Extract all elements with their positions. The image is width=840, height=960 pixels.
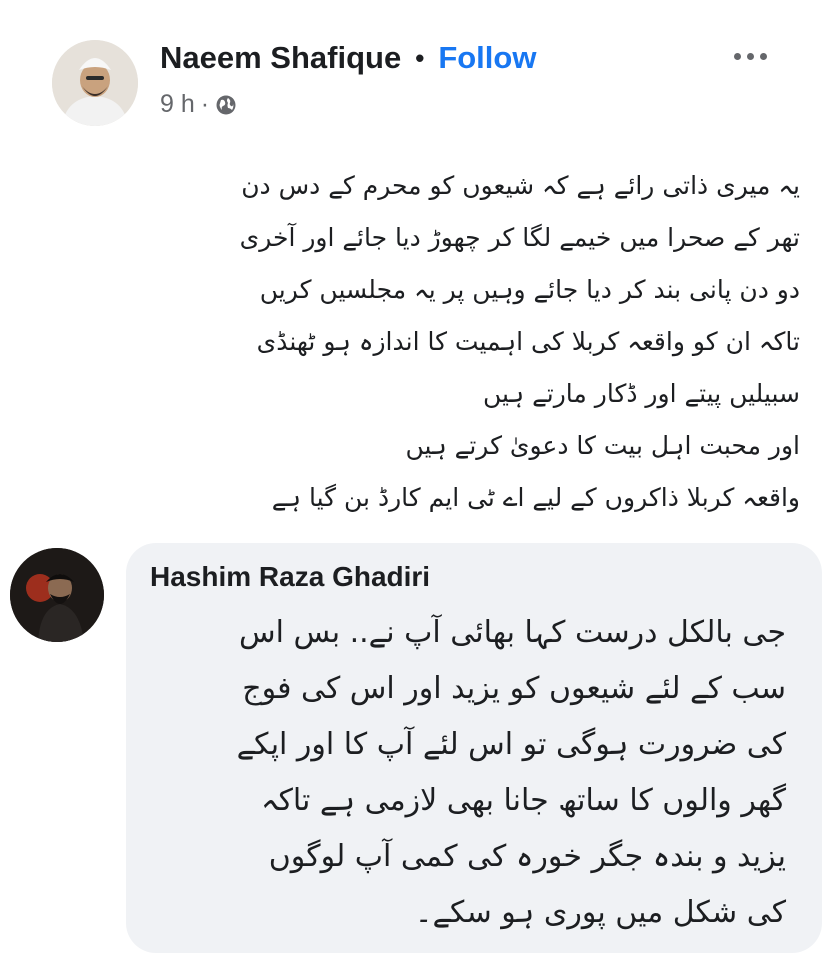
- post-header: Naeem Shafique • Follow 9 h ·: [0, 0, 840, 140]
- dot: [746, 52, 754, 60]
- comment-text-line: کی ضرورت ہوگی تو اس لئے آپ کا اور اپکے: [236, 727, 786, 762]
- globe-icon: [216, 95, 236, 114]
- comment-text-line: جی بالکل درست کہا بھائی آپ نے.. بس اس: [238, 615, 786, 650]
- separator-dot: •: [415, 42, 425, 73]
- comment-text-line: یزید و بندہ جگر خورہ کی کمی آپ لوگوں: [268, 839, 786, 874]
- author-avatar[interactable]: [52, 40, 138, 126]
- post-text-line: تاکہ ان کو واقعہ کربلا کی اہمیت کا انداز…: [256, 327, 800, 356]
- commenter-avatar[interactable]: [10, 548, 104, 642]
- post-timestamp[interactable]: 9 h: [160, 90, 195, 119]
- author-line: Naeem Shafique • Follow: [160, 40, 536, 76]
- post-meta: 9 h ·: [160, 90, 237, 119]
- comment-bubble: Hashim Raza Ghadiri جی بالکل درست کہا بھ…: [126, 543, 822, 953]
- post-text-line: واقعہ کربلا ذاکروں کے لیے اے ٹی ایم کارڈ…: [271, 483, 800, 512]
- commenter-name[interactable]: Hashim Raza Ghadiri: [150, 561, 430, 593]
- dot: [733, 52, 741, 60]
- meta-separator: ·: [200, 90, 210, 118]
- author-name[interactable]: Naeem Shafique: [160, 40, 401, 76]
- dot: [759, 52, 767, 60]
- comment-text: جی بالکل درست کہا بھائی آپ نے.. بس اس سب…: [146, 605, 786, 941]
- comment-text-line: گھر والوں کا ساتھ جانا بھی لازمی ہے تاکہ: [261, 783, 786, 818]
- more-options-icon[interactable]: [724, 44, 776, 68]
- follow-button[interactable]: Follow: [438, 40, 536, 76]
- comment-text-line: سب کے لئے شیعوں کو یزید اور اس کی فوج: [242, 671, 786, 706]
- post-text: یہ میری ذاتی رائے ہے کہ شیعوں کو محرم کے…: [40, 160, 800, 524]
- comment-text-line: کی شکل میں پوری ہو سکے۔: [414, 895, 786, 930]
- post-text-line: اور محبت اہل بیت کا دعویٰ کرتے ہیں: [405, 431, 801, 460]
- post-text-line: تھر کے صحرا میں خیمے لگا کر چھوڑ دیا جائ…: [239, 223, 800, 252]
- post-text-line: دو دن پانی بند کر دیا جائے وہیں پر یہ مج…: [259, 275, 800, 304]
- post-text-line: یہ میری ذاتی رائے ہے کہ شیعوں کو محرم کے…: [241, 171, 800, 200]
- post-text-line: سبیلیں پیتے اور ڈکار مارتے ہیں: [482, 379, 800, 408]
